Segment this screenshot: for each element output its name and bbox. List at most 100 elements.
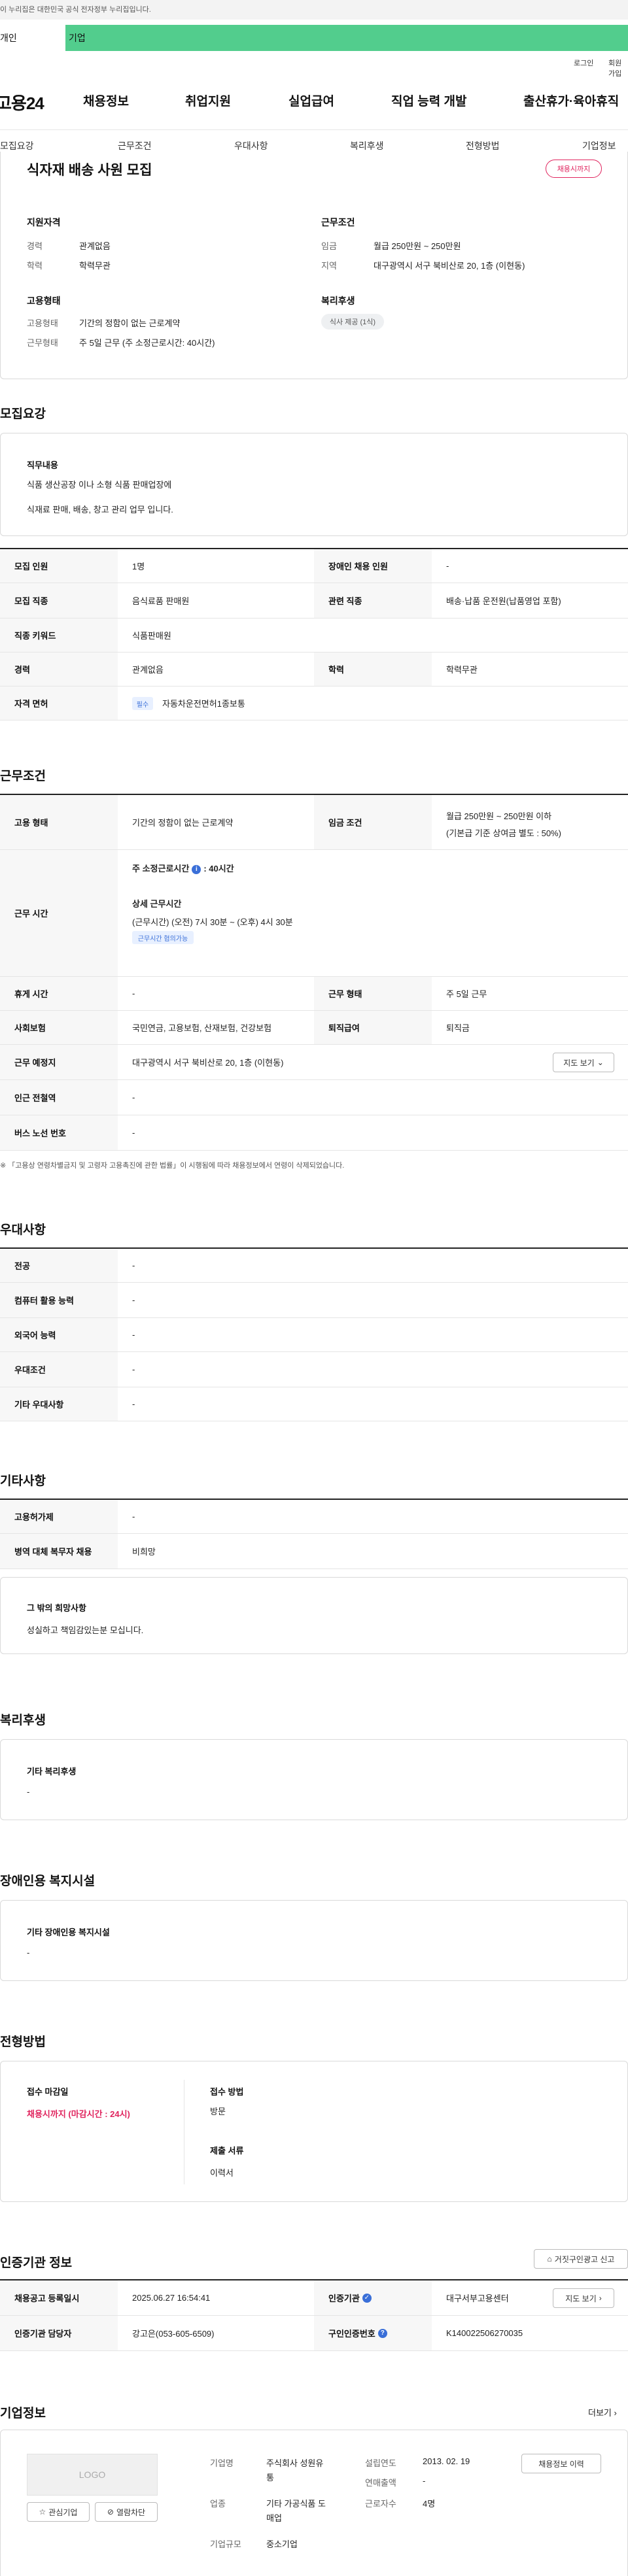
wage-label: 임금 [321, 241, 337, 251]
nav-recruit[interactable]: 모집요강 [0, 139, 34, 152]
duty-line-1: 식품 생산공장 이나 소형 식품 판매업장에 [27, 480, 172, 490]
career-label: 경력 [27, 241, 43, 251]
agency-value: 대구서부고용센터 [446, 2294, 509, 2303]
method-value: 방문 [210, 2107, 226, 2116]
table-row: 컴퓨터 활용 능력 - [0, 1283, 628, 1318]
staff-value: 4명 [423, 2499, 436, 2509]
company-name-value-2: 통 [266, 2473, 274, 2483]
join-link[interactable]: 회원가입 [608, 58, 628, 78]
table-row: 휴게 시간 - 근무 형태 주 5일 근무 [0, 977, 628, 1011]
gnb-item-support[interactable]: 취업지원 [185, 92, 231, 109]
method-title: 접수 방법 [210, 2087, 244, 2097]
welfare-tag: 식사 제공 (1식) [321, 314, 384, 330]
job-label: 모집 직종 [0, 583, 118, 618]
hours-label: 근무 시간 [0, 850, 118, 976]
detail-hours-value: (근무시간) (오전) 7시 30분 ~ (오후) 4시 30분 [132, 917, 293, 927]
career-value: 관계없음 [79, 241, 111, 251]
company-card: LOGO ☆ 관심기업 ⊘ 열람차단 기업명 주식회사 성원유 통 업종 기타 가공… [0, 2430, 628, 2576]
table-row: 채용공고 등록일시 2025.06.27 16:54:41 인증기관 ✓ 대구서부… [0, 2280, 628, 2316]
severance-label: 퇴직급여 [314, 1011, 432, 1044]
wage-value: 월급 250만원 ~ 250만원 [374, 241, 461, 251]
table-row: 인증기관 담당자 강고은(053-605-6509) 구인인증번호? K1400… [0, 2316, 628, 2351]
site-logo[interactable]: 고용24 [0, 90, 44, 114]
block-button-label: 열람차단 [116, 2507, 146, 2517]
tab-individual[interactable]: 개인 [0, 25, 65, 51]
info-icon[interactable]: i [192, 864, 201, 874]
welfare-title: 복리후생 [321, 296, 355, 306]
pref-condition-value: - [132, 1364, 135, 1374]
nav-preferences[interactable]: 우대사항 [234, 139, 268, 152]
wish-card: 그 밖의 희망사항 성실하고 책임감있는분 모십니다. [0, 1577, 628, 1654]
info-icon[interactable]: ? [377, 2328, 387, 2338]
report-button[interactable]: ⌂ 거짓구인광고 신고 [534, 2249, 628, 2269]
report-button-label: 거짓구인광고 신고 [554, 2254, 615, 2264]
star-icon: ☆ [39, 2507, 46, 2517]
age-notice-text: 「고용상 연령차별금지 및 고령자 고용촉진에 관한 법률」이 시행됨에 따라 … [8, 1162, 345, 1170]
deadline-value: 채용시까지 (마감시간 : 24시) [27, 2109, 130, 2119]
emp-title: 고용형태 [27, 296, 61, 306]
severance-value: 퇴직금 [446, 1023, 470, 1033]
others-heading: 기타사항 [0, 1474, 46, 1488]
company-heading: 기업정보 [0, 2407, 46, 2420]
tab-corporate[interactable]: 기업 [65, 25, 628, 51]
history-button[interactable]: 채용정보 이력 [521, 2454, 601, 2473]
pref-major-value: - [132, 1261, 135, 1270]
pref-major-label: 전공 [0, 1249, 118, 1282]
disability-card: 기타 장애인용 복지시설 - [0, 1900, 628, 1981]
insurance-label: 사회보험 [0, 1011, 118, 1044]
table-row: 자격 면허 필수 자동차운전면허1종보통 [0, 686, 628, 720]
insurance-value: 국민연금, 고용보험, 산재보험, 건강보험 [132, 1023, 272, 1033]
cond-title: 근무조건 [321, 217, 355, 228]
gnb-item-benefits[interactable]: 실업급여 [288, 92, 334, 109]
table-row: 사회보험 국민연금, 고용보험, 산재보험, 건강보험 퇴직급여 퇴직금 [0, 1011, 628, 1045]
gnb-item-jobs[interactable]: 채용정보 [83, 92, 129, 109]
related-label: 관련 직종 [314, 583, 432, 618]
wage-cond-label: 임금 조건 [314, 795, 432, 849]
gnb-item-leave[interactable]: 출산휴가·육아휴직 [523, 92, 619, 109]
bus-label: 버스 노선 번호 [0, 1115, 118, 1150]
disabled-label: 장애인 채용 인원 [314, 549, 432, 583]
welfare-heading: 복리후생 [0, 1714, 46, 1727]
staff-label: 근로자수 [365, 2499, 396, 2509]
nav-conditions[interactable]: 근무조건 [118, 139, 152, 152]
deadline-badge: 채용시까지 [546, 160, 602, 178]
wish-value: 성실하고 책임감있는분 모십니다. [27, 1625, 144, 1635]
qual-title: 지원자격 [27, 217, 61, 228]
duty-title: 직무내용 [27, 460, 58, 470]
rest-label: 휴게 시간 [0, 977, 118, 1010]
license-required-tag: 필수 [132, 697, 153, 710]
table-row: 인근 전철역 - [0, 1080, 628, 1115]
pref-etc-label: 기타 우대사항 [0, 1387, 118, 1421]
company-name-label: 기업명 [210, 2458, 234, 2468]
keyword-label: 직종 키워드 [0, 619, 118, 652]
pref-language-label: 외국어 능력 [0, 1318, 118, 1351]
map-button[interactable]: 지도 보기 ⌄ [553, 1053, 614, 1072]
age-notice: ※ 「고용상 연령차별금지 및 고령자 고용촉진에 관한 법률」이 시행됨에 따… [0, 1162, 345, 1170]
block-button[interactable]: ⊘ 열람차단 [95, 2502, 158, 2522]
table-row: 근무 시간 주 소정근로시간 i: 40시간 상세 근무시간 (근무시간) (오전… [0, 850, 628, 977]
count-value: 1명 [132, 562, 145, 571]
industry-label: 업종 [210, 2499, 226, 2509]
revenue-label: 연매출액 [365, 2478, 396, 2488]
selection-card: 접수 마감일 채용시까지 (마감시간 : 24시) 접수 방법 방문 제출 서류… [0, 2061, 628, 2202]
wish-title: 그 밖의 희망사항 [27, 1603, 86, 1613]
nav-selection[interactable]: 전형방법 [466, 139, 500, 152]
reg-label: 채용공고 등록일시 [0, 2280, 118, 2315]
more-link[interactable]: 더보기 › [588, 2406, 617, 2418]
reg-value: 2025.06.27 16:54:41 [132, 2293, 211, 2303]
number-value: K140022506270035 [446, 2328, 523, 2338]
agency-label-text: 인증기관 [328, 2294, 360, 2303]
more-link-label: 더보기 [588, 2408, 612, 2418]
gnb-item-training[interactable]: 직업 능력 개발 [391, 92, 466, 109]
detail-hours-title: 상세 근무시간 [132, 899, 182, 909]
subway-label: 인근 전철역 [0, 1080, 118, 1115]
agency-map-button[interactable]: 지도 보기 › [553, 2288, 614, 2308]
nav-company[interactable]: 기업정보 [582, 139, 616, 152]
edu-value: 학력무관 [79, 261, 111, 271]
info-icon[interactable]: ✓ [362, 2293, 372, 2303]
nav-welfare[interactable]: 복리후생 [350, 139, 384, 152]
gov-banner: 이 누리집은 대한민국 공식 전자정부 누리집입니다. [0, 0, 628, 20]
login-link[interactable]: 로그인 [574, 58, 593, 68]
fav-button[interactable]: ☆ 관심기업 [27, 2502, 90, 2522]
emp-type-label: 고용 형태 [0, 795, 118, 849]
